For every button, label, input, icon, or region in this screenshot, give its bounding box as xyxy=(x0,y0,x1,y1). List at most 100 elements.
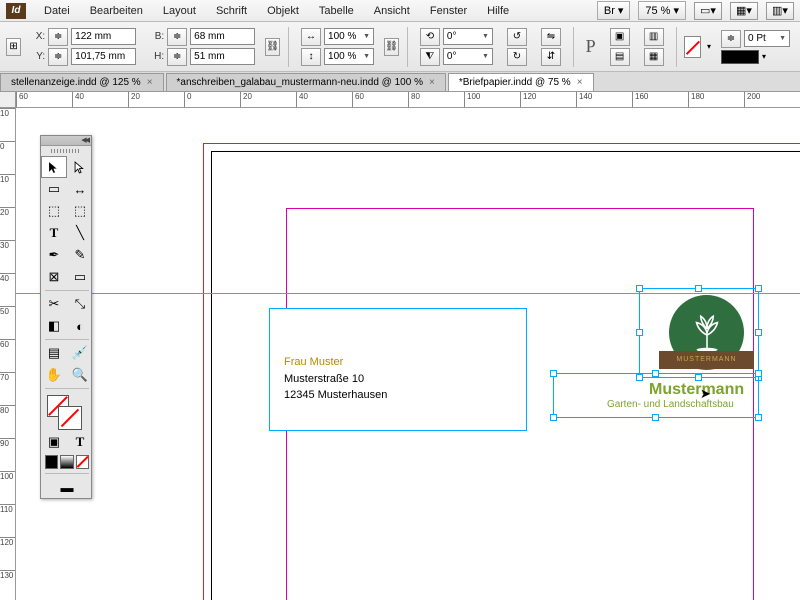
rotate-input[interactable]: 0° xyxy=(443,28,493,45)
address-city: 12345 Musterhausen xyxy=(284,387,512,404)
rotate-ccw-icon[interactable]: ↺ xyxy=(507,28,527,46)
gap-tool[interactable]: ↔ xyxy=(67,178,93,200)
shear-icon[interactable]: ⧨ xyxy=(420,48,440,66)
ruler-vertical[interactable]: 100102030405060708090100110120130 xyxy=(0,108,16,600)
constrain-wh-icon[interactable]: ⛓ xyxy=(265,38,280,56)
pencil-tool[interactable]: ✎ xyxy=(67,244,93,266)
rotate-cw-icon[interactable]: ↻ xyxy=(507,48,527,66)
stroke-stepper-icon[interactable]: ≑ xyxy=(721,30,741,48)
logo-frame-group[interactable]: MUSTERMANN Mustermann Garten- und Landsc… xyxy=(559,293,757,543)
line-tool[interactable]: ╲ xyxy=(67,222,93,244)
h-stepper-icon[interactable]: ≑ xyxy=(167,48,187,66)
close-icon[interactable]: × xyxy=(147,77,153,88)
menu-ansicht[interactable]: Ansicht xyxy=(364,2,420,20)
doctab-3[interactable]: *Briefpapier.indd @ 75 % × xyxy=(448,73,594,91)
menu-hilfe[interactable]: Hilfe xyxy=(477,2,519,20)
selection-tool[interactable] xyxy=(41,156,67,178)
tool-palette[interactable]: ▭ ↔ ⬚ ⬚ T ╲ ✒ ✎ ⊠ ▭ ✂ ⤡ ◧ ◐ ▤ 💉 ✋ 🔍 ▣ T … xyxy=(40,135,92,499)
rectangle-tool[interactable]: ▭ xyxy=(67,266,93,288)
brand-subtitle: Garten- und Landschaftsbau xyxy=(607,399,734,410)
flip-v-icon[interactable]: ⇵ xyxy=(541,48,561,66)
zoom-tool[interactable]: 🔍 xyxy=(67,364,93,386)
x-label: X: xyxy=(31,31,45,42)
stroke-style-swatch[interactable] xyxy=(721,50,759,64)
x-stepper-icon[interactable]: ≑ xyxy=(48,28,68,46)
x-input[interactable] xyxy=(71,28,136,45)
gradient-swatch-tool[interactable]: ◧ xyxy=(41,315,67,337)
wrap-2-icon[interactable]: ▤ xyxy=(610,48,630,66)
menu-right-tools: Br▾ 75 % ▾ ▭▾ ▦▾ ▥▾ xyxy=(597,1,794,20)
menu-tabelle[interactable]: Tabelle xyxy=(309,2,364,20)
wrap-4-icon[interactable]: ▦ xyxy=(644,48,664,66)
h-input[interactable] xyxy=(190,48,255,65)
rotate-icon[interactable]: ⟲ xyxy=(420,28,440,46)
zoom-label: 75 % xyxy=(645,5,670,17)
close-icon[interactable]: × xyxy=(577,77,583,88)
scaley-icon[interactable]: ↕ xyxy=(301,48,321,66)
shear-input[interactable]: 0° xyxy=(443,48,493,65)
eyedropper-tool[interactable]: 💉 xyxy=(67,342,93,364)
hand-tool[interactable]: ✋ xyxy=(41,364,67,386)
content-collector-tool[interactable]: ⬚ xyxy=(41,200,67,222)
scissors-tool[interactable]: ✂ xyxy=(41,293,67,315)
page-tool[interactable]: ▭ xyxy=(41,178,67,200)
document-canvas[interactable]: Frau Muster Musterstraße 10 12345 Muster… xyxy=(16,108,800,600)
w-input[interactable] xyxy=(190,28,255,45)
direct-selection-tool[interactable] xyxy=(67,156,93,178)
wrap-1-icon[interactable]: ▣ xyxy=(610,28,630,46)
w-stepper-icon[interactable]: ≑ xyxy=(167,28,187,46)
reference-point-icon[interactable]: ⊞ xyxy=(6,38,21,56)
free-transform-tool[interactable]: ⤡ xyxy=(67,293,93,315)
apply-color-icon[interactable] xyxy=(45,455,58,469)
ruler-origin[interactable] xyxy=(0,92,16,108)
scaley-input[interactable]: 100 % xyxy=(324,48,374,65)
view-mode-icon[interactable]: ▬ xyxy=(41,476,93,498)
gradient-feather-tool[interactable]: ◐ xyxy=(67,315,93,337)
apply-none-icon[interactable] xyxy=(76,455,89,469)
workspace-button[interactable]: ▥▾ xyxy=(766,2,794,20)
menu-fenster[interactable]: Fenster xyxy=(420,2,477,20)
y-stepper-icon[interactable]: ≑ xyxy=(48,48,68,66)
ruler-horizontal[interactable]: 604020020406080100120140160180200 xyxy=(16,92,800,108)
menu-layout[interactable]: Layout xyxy=(153,2,206,20)
stroke-color-icon[interactable] xyxy=(59,407,81,429)
format-container-icon[interactable]: ▣ xyxy=(41,431,67,453)
paragraph-mode-icon[interactable]: P xyxy=(582,36,600,57)
pen-tool[interactable]: ✒ xyxy=(41,244,67,266)
constrain-scale-icon[interactable]: ⛓ xyxy=(384,38,399,56)
menu-objekt[interactable]: Objekt xyxy=(257,2,309,20)
menu-schrift[interactable]: Schrift xyxy=(206,2,257,20)
zoom-dropdown[interactable]: 75 % ▾ xyxy=(638,1,686,20)
apply-gradient-icon[interactable] xyxy=(60,455,73,469)
scalex-icon[interactable]: ↔ xyxy=(301,28,321,46)
y-input[interactable] xyxy=(71,48,136,65)
palette-collapse-icon[interactable] xyxy=(41,136,91,146)
app-logo: Id xyxy=(6,3,26,19)
content-placer-tool[interactable]: ⬚ xyxy=(67,200,93,222)
doctab-1[interactable]: stellenanzeige.indd @ 125 %× xyxy=(0,73,164,91)
address-text-frame[interactable]: Frau Muster Musterstraße 10 12345 Muster… xyxy=(269,308,527,431)
brand-title: Mustermann xyxy=(649,381,744,399)
bridge-button[interactable]: Br▾ xyxy=(597,1,631,20)
doctab-2[interactable]: *anschreiben_galabau_mustermann-neu.indd… xyxy=(166,73,446,91)
palette-grip[interactable] xyxy=(41,146,91,156)
scalex-input[interactable]: 100 % xyxy=(324,28,374,45)
menu-bearbeiten[interactable]: Bearbeiten xyxy=(80,2,153,20)
fill-swatch[interactable] xyxy=(684,36,701,58)
screen-mode-button[interactable]: ▭▾ xyxy=(694,2,722,20)
arrange-button[interactable]: ▦▾ xyxy=(730,2,758,20)
stroke-style-caret-icon[interactable]: ▾ xyxy=(762,52,766,61)
close-icon[interactable]: × xyxy=(429,77,435,88)
swatch-caret-icon[interactable]: ▾ xyxy=(707,42,711,51)
doctab-3-label: *Briefpapier.indd @ 75 % xyxy=(459,77,571,88)
format-text-icon[interactable]: T xyxy=(67,431,93,453)
address-street: Musterstraße 10 xyxy=(284,371,512,388)
rectangle-frame-tool[interactable]: ⊠ xyxy=(41,266,67,288)
stroke-weight-input[interactable]: 0 Pt xyxy=(744,30,790,47)
note-tool[interactable]: ▤ xyxy=(41,342,67,364)
flip-h-icon[interactable]: ⇋ xyxy=(541,28,561,46)
fill-stroke-control[interactable] xyxy=(41,391,93,431)
type-tool[interactable]: T xyxy=(41,222,67,244)
wrap-3-icon[interactable]: ▥ xyxy=(644,28,664,46)
menu-datei[interactable]: Datei xyxy=(34,2,80,20)
